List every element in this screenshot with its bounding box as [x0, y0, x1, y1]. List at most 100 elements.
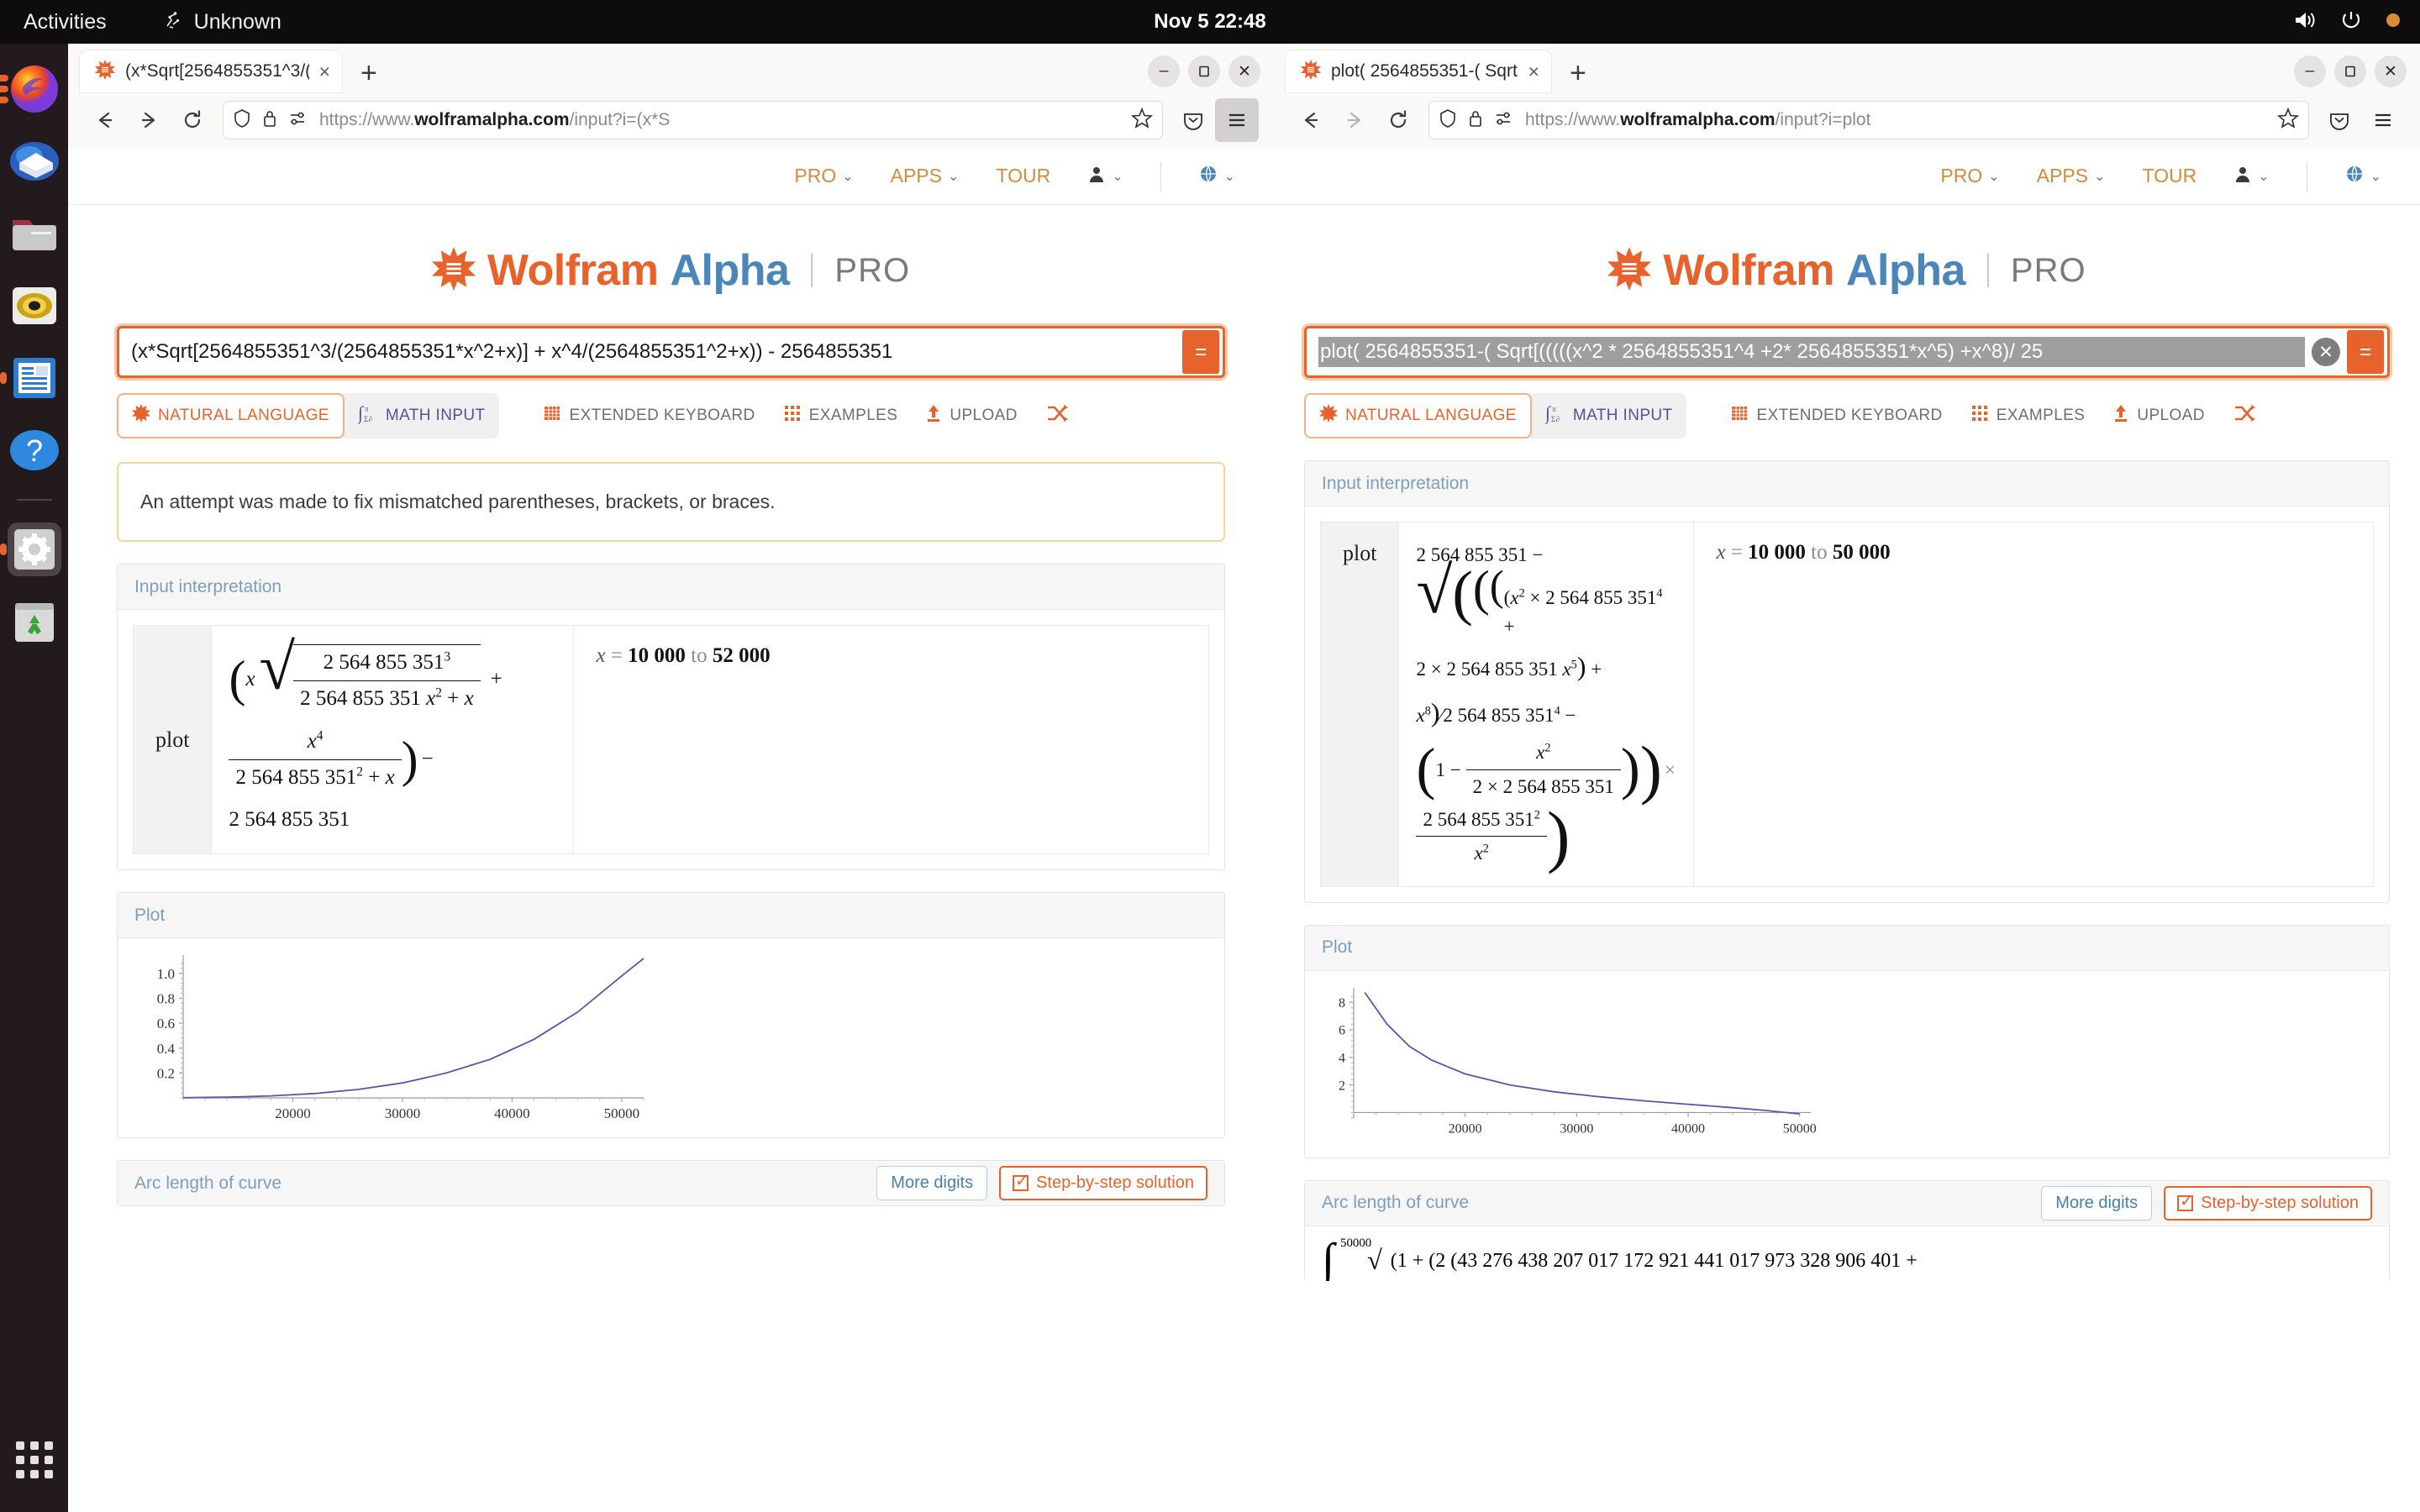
hamburger-icon[interactable]	[1215, 98, 1259, 142]
svg-text:30000: 30000	[385, 1105, 421, 1121]
tool-upload[interactable]: UPLOAD	[926, 404, 1018, 428]
tool-random[interactable]	[1046, 404, 1068, 428]
star-icon[interactable]	[1130, 107, 1154, 134]
lock-icon[interactable]	[262, 108, 277, 133]
permissions-icon[interactable]	[1494, 108, 1514, 133]
close-icon[interactable]: ×	[319, 61, 330, 81]
dock-item-settings[interactable]	[0, 522, 61, 576]
globe-icon	[1198, 164, 1218, 189]
browser-tab-right[interactable]: plot( 2564855351-( Sqrt[( ×	[1286, 50, 1551, 92]
volume-icon[interactable]	[2292, 9, 2317, 35]
plot-left[interactable]: 20000 30000 40000 50000 0.2 0.4 0.6 0.8 1.0	[118, 938, 1224, 1137]
mode-math-input[interactable]: ∫ π Σ∂ MATH INPUT	[1532, 393, 1686, 438]
wolframalpha-logo-left[interactable]: Wolfram Alpha PRO	[68, 245, 1274, 296]
step-by-step-solution-button[interactable]: Step-by-step solution	[2164, 1185, 2372, 1221]
pod-header: Input interpretation	[118, 564, 1224, 610]
check-box-icon	[1013, 1172, 1029, 1192]
permissions-icon[interactable]	[288, 108, 308, 133]
tool-upload[interactable]: UPLOAD	[2113, 404, 2205, 428]
nav-item-apps[interactable]: APPS ⌄	[2037, 165, 2106, 187]
nav-item-tour[interactable]: TOUR	[2142, 165, 2196, 187]
maximize-button[interactable]	[2334, 55, 2366, 87]
wolfram-site-nav-right: PRO ⌄ APPS ⌄ TOUR ⌄ ⌄	[1274, 148, 2420, 205]
dock-item-trash[interactable]	[8, 595, 61, 648]
pocket-icon[interactable]	[2317, 98, 2361, 142]
star-icon[interactable]	[2276, 107, 2300, 134]
dock-divider	[16, 499, 52, 501]
nav-item-apps[interactable]: APPS ⌄	[891, 165, 960, 187]
submit-button[interactable]: =	[2347, 330, 2384, 374]
tool-examples[interactable]: EXAMPLES	[1971, 405, 2086, 427]
tool-label: UPLOAD	[950, 407, 1018, 424]
account-menu[interactable]: ⌄	[2233, 165, 2270, 188]
new-tab-button[interactable]: +	[1570, 57, 1586, 90]
pocket-icon[interactable]	[1171, 98, 1215, 142]
input-mode-group: NATURAL LANGUAGE ∫ π Σ∂ MATH INPUT	[1304, 393, 1686, 438]
dock-item-files[interactable]	[8, 207, 61, 260]
forward-button[interactable]	[1333, 98, 1376, 142]
tool-extended-keyboard[interactable]: EXTENDED KEYBOARD	[543, 404, 755, 428]
pod-header: Arc length of curve More digits Step-by-…	[118, 1161, 1224, 1207]
lock-icon[interactable]	[1468, 108, 1483, 133]
close-button[interactable]: ✕	[1228, 55, 1260, 87]
maximize-button[interactable]	[1188, 55, 1220, 87]
url-bar-right[interactable]: https://www.wolframalpha.com/input?i=plo…	[1428, 101, 2309, 139]
query-input-left[interactable]: (x*Sqrt[2564855351^3/(2564855351*x^2+x)]…	[117, 326, 1225, 378]
plot-right[interactable]: 20000 30000 40000 50000 2 4 6 8	[1305, 971, 2389, 1158]
system-tray[interactable]	[2292, 8, 2402, 36]
reload-button[interactable]	[1376, 98, 1420, 142]
dock-item-thunderbird[interactable]	[8, 134, 61, 188]
submit-button[interactable]: =	[1182, 330, 1219, 374]
query-input-right[interactable]: plot( 2564855351-( Sqrt[(((((x^2 * 25648…	[1304, 326, 2390, 378]
wolframalpha-logo-right[interactable]: Wolfram Alpha PRO	[1274, 245, 2420, 296]
dock-item-firefox[interactable]	[0, 62, 61, 116]
more-digits-button[interactable]: More digits	[876, 1166, 988, 1201]
clock[interactable]: Nov 5 22:48	[1154, 10, 1265, 34]
dock-item-rhythmbox[interactable]	[8, 279, 61, 333]
minimize-button[interactable]: –	[1148, 55, 1180, 87]
activities-button[interactable]: Activities	[24, 10, 107, 34]
url-bar-left[interactable]: https://www.wolframalpha.com/input?i=(x*…	[223, 101, 1163, 139]
chevron-down-icon: ⌄	[948, 169, 960, 184]
back-button[interactable]	[1289, 98, 1333, 142]
shield-icon[interactable]	[233, 108, 251, 133]
mode-natural-language[interactable]: NATURAL LANGUAGE	[117, 393, 345, 438]
browser-tab-left[interactable]: (x*Sqrt[2564855351^3/(2 ×	[80, 50, 342, 92]
power-icon[interactable]	[2339, 8, 2363, 36]
button-label: Step-by-step solution	[1036, 1173, 1194, 1193]
more-digits-button[interactable]: More digits	[2041, 1185, 2153, 1221]
mode-natural-language[interactable]: NATURAL LANGUAGE	[1304, 393, 1532, 438]
reload-button[interactable]	[171, 98, 214, 142]
clear-input-button[interactable]: ✕	[2312, 338, 2340, 366]
app-menu[interactable]: Unknown	[162, 9, 281, 35]
query-input-value: plot( 2564855351-( Sqrt[(((((x^2 * 25648…	[1318, 337, 2305, 367]
tool-random[interactable]	[2233, 404, 2255, 428]
nav-item-pro[interactable]: PRO ⌄	[1940, 165, 1999, 187]
language-menu[interactable]: ⌄	[2344, 164, 2381, 189]
svg-text:20000: 20000	[1449, 1121, 1482, 1136]
step-by-step-solution-button[interactable]: Step-by-step solution	[999, 1166, 1207, 1201]
forward-button[interactable]	[127, 98, 171, 142]
back-button[interactable]	[83, 98, 127, 142]
new-tab-button[interactable]: +	[360, 57, 377, 90]
logo-alpha: Alpha	[670, 246, 790, 295]
dock-item-help[interactable]: ?	[8, 423, 61, 477]
var-x: x	[245, 667, 255, 690]
page-content-left: PRO ⌄ APPS ⌄ TOUR ⌄ ⌄ Wolfram Alpha PRO …	[68, 148, 1274, 1512]
show-applications-button[interactable]	[15, 1441, 53, 1478]
shield-icon[interactable]	[1439, 108, 1457, 133]
minimize-button[interactable]: –	[2294, 55, 2326, 87]
account-menu[interactable]: ⌄	[1087, 165, 1123, 188]
dock-item-libreoffice-writer[interactable]	[0, 351, 61, 405]
close-button[interactable]: ✕	[2375, 55, 2407, 87]
spikey-icon	[132, 404, 150, 428]
mode-math-input[interactable]: ∫ π Σ∂ MATH INPUT	[345, 393, 499, 438]
tool-examples[interactable]: EXAMPLES	[784, 405, 898, 427]
nav-item-pro[interactable]: PRO ⌄	[794, 165, 853, 187]
hamburger-icon[interactable]	[2361, 98, 2405, 142]
close-icon[interactable]: ×	[1528, 61, 1539, 81]
chevron-down-icon: ⌄	[2370, 169, 2381, 184]
tool-extended-keyboard[interactable]: EXTENDED KEYBOARD	[1730, 404, 1943, 428]
nav-item-tour[interactable]: TOUR	[996, 165, 1050, 187]
language-menu[interactable]: ⌄	[1198, 164, 1235, 189]
